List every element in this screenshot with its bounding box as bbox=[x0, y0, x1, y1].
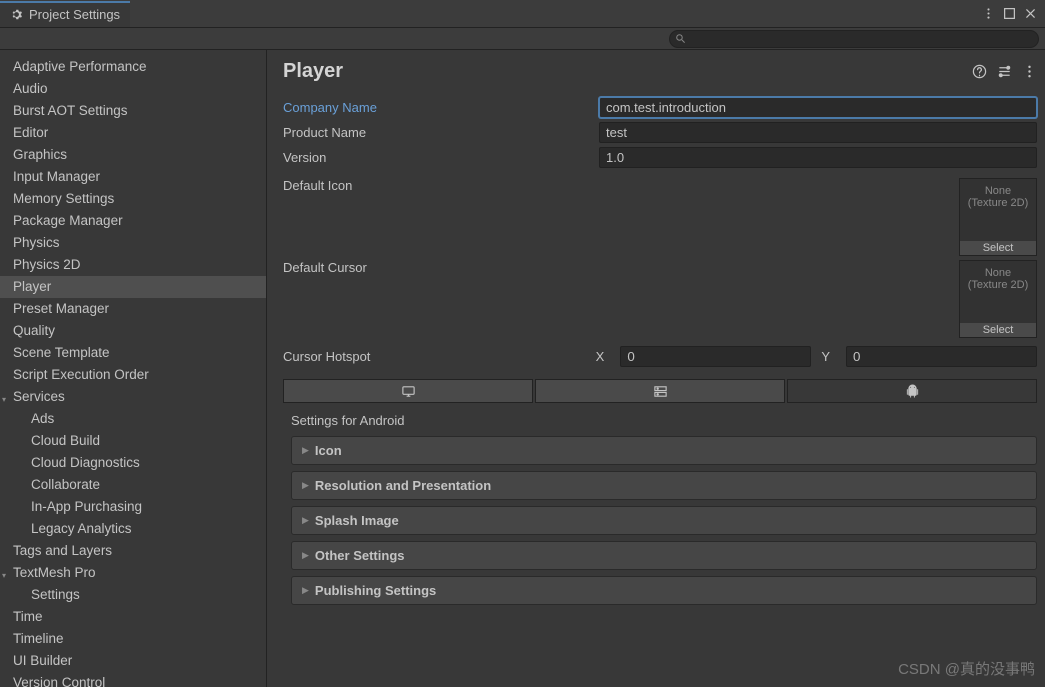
overflow-icon[interactable] bbox=[1022, 64, 1037, 79]
tab-android[interactable] bbox=[787, 379, 1037, 403]
gear-icon bbox=[10, 8, 23, 21]
default-icon-asset[interactable]: None (Texture 2D) Select bbox=[959, 178, 1037, 256]
foldout-label: Icon bbox=[315, 443, 342, 458]
foldout-publishing-settings[interactable]: ▶ Publishing Settings bbox=[291, 576, 1037, 605]
search-input[interactable] bbox=[669, 30, 1039, 48]
tab-standalone[interactable] bbox=[283, 379, 533, 403]
close-icon[interactable] bbox=[1024, 7, 1037, 20]
default-cursor-label: Default Cursor bbox=[283, 260, 599, 275]
sidebar-item-script-execution-order[interactable]: Script Execution Order bbox=[0, 364, 266, 386]
help-icon[interactable] bbox=[972, 64, 987, 79]
cursor-hotspot-label: Cursor Hotspot bbox=[283, 349, 596, 364]
foldout-splash-image[interactable]: ▶ Splash Image bbox=[291, 506, 1037, 535]
sidebar-item-scene-template[interactable]: Scene Template bbox=[0, 342, 266, 364]
foldout-label: Publishing Settings bbox=[315, 583, 436, 598]
product-name-input[interactable] bbox=[599, 122, 1037, 143]
content-panel: Player Company Name Product Name Version… bbox=[267, 50, 1045, 687]
hotspot-y-input[interactable] bbox=[846, 346, 1037, 367]
asset-hint-text: (Texture 2D) bbox=[968, 197, 1029, 209]
chevron-right-icon: ▶ bbox=[302, 480, 309, 491]
search-icon bbox=[675, 33, 686, 44]
select-icon-button[interactable]: Select bbox=[960, 241, 1036, 255]
android-icon bbox=[905, 384, 920, 399]
sidebar-item-tags-and-layers[interactable]: Tags and Layers bbox=[0, 540, 266, 562]
hotspot-y-label: Y bbox=[821, 349, 836, 364]
foldout-label: Resolution and Presentation bbox=[315, 478, 491, 493]
chevron-right-icon: ▶ bbox=[302, 515, 309, 526]
company-name-label: Company Name bbox=[283, 100, 599, 115]
chevron-right-icon: ▶ bbox=[302, 585, 309, 596]
overflow-menu-icon[interactable] bbox=[982, 7, 995, 20]
desktop-icon bbox=[401, 384, 416, 399]
foldout-resolution-and-presentation[interactable]: ▶ Resolution and Presentation bbox=[291, 471, 1037, 500]
tab-server[interactable] bbox=[535, 379, 785, 403]
foldout-label: Other Settings bbox=[315, 548, 405, 563]
sidebar-item-ui-builder[interactable]: UI Builder bbox=[0, 650, 266, 672]
searchbar bbox=[0, 28, 1045, 50]
sidebar-item-editor[interactable]: Editor bbox=[0, 122, 266, 144]
server-icon bbox=[653, 384, 668, 399]
sidebar-item-in-app-purchasing[interactable]: In-App Purchasing bbox=[0, 496, 266, 518]
preset-icon[interactable] bbox=[997, 64, 1012, 79]
sidebar-item-services[interactable]: Services bbox=[0, 386, 266, 408]
sidebar-item-player[interactable]: Player bbox=[0, 276, 266, 298]
sidebar-item-physics[interactable]: Physics bbox=[0, 232, 266, 254]
titlebar: Project Settings bbox=[0, 0, 1045, 28]
sidebar-item-quality[interactable]: Quality bbox=[0, 320, 266, 342]
sidebar-item-settings[interactable]: Settings bbox=[0, 584, 266, 606]
sidebar-item-graphics[interactable]: Graphics bbox=[0, 144, 266, 166]
hotspot-x-input[interactable] bbox=[620, 346, 811, 367]
product-name-label: Product Name bbox=[283, 125, 599, 140]
sidebar-item-physics-2d[interactable]: Physics 2D bbox=[0, 254, 266, 276]
sidebar-item-cloud-diagnostics[interactable]: Cloud Diagnostics bbox=[0, 452, 266, 474]
sidebar-item-collaborate[interactable]: Collaborate bbox=[0, 474, 266, 496]
maximize-icon[interactable] bbox=[1003, 7, 1016, 20]
sidebar-item-legacy-analytics[interactable]: Legacy Analytics bbox=[0, 518, 266, 540]
hotspot-x-label: X bbox=[596, 349, 611, 364]
sidebar-item-audio[interactable]: Audio bbox=[0, 78, 266, 100]
version-input[interactable] bbox=[599, 147, 1037, 168]
chevron-right-icon: ▶ bbox=[302, 550, 309, 561]
sidebar-item-input-manager[interactable]: Input Manager bbox=[0, 166, 266, 188]
select-cursor-button[interactable]: Select bbox=[960, 323, 1036, 337]
sidebar: Adaptive PerformanceAudioBurst AOT Setti… bbox=[0, 50, 267, 687]
asset-hint-text: (Texture 2D) bbox=[968, 279, 1029, 291]
asset-none-text: None bbox=[968, 185, 1029, 197]
platform-tabs bbox=[283, 379, 1037, 403]
sidebar-item-ads[interactable]: Ads bbox=[0, 408, 266, 430]
sidebar-item-preset-manager[interactable]: Preset Manager bbox=[0, 298, 266, 320]
window-title: Project Settings bbox=[29, 7, 120, 22]
sidebar-item-timeline[interactable]: Timeline bbox=[0, 628, 266, 650]
sidebar-item-burst-aot-settings[interactable]: Burst AOT Settings bbox=[0, 100, 266, 122]
default-cursor-asset[interactable]: None (Texture 2D) Select bbox=[959, 260, 1037, 338]
sidebar-item-adaptive-performance[interactable]: Adaptive Performance bbox=[0, 56, 266, 78]
window-tab[interactable]: Project Settings bbox=[0, 1, 130, 27]
settings-for-label: Settings for Android bbox=[291, 413, 1037, 428]
sidebar-item-textmesh-pro[interactable]: TextMesh Pro bbox=[0, 562, 266, 584]
page-title: Player bbox=[283, 60, 343, 83]
sidebar-item-time[interactable]: Time bbox=[0, 606, 266, 628]
sidebar-item-package-manager[interactable]: Package Manager bbox=[0, 210, 266, 232]
sidebar-item-version-control[interactable]: Version Control bbox=[0, 672, 266, 687]
foldout-icon[interactable]: ▶ Icon bbox=[291, 436, 1037, 465]
default-icon-label: Default Icon bbox=[283, 178, 599, 193]
foldout-other-settings[interactable]: ▶ Other Settings bbox=[291, 541, 1037, 570]
sidebar-item-memory-settings[interactable]: Memory Settings bbox=[0, 188, 266, 210]
foldout-label: Splash Image bbox=[315, 513, 399, 528]
version-label: Version bbox=[283, 150, 599, 165]
company-name-input[interactable] bbox=[599, 97, 1037, 118]
chevron-right-icon: ▶ bbox=[302, 445, 309, 456]
sidebar-item-cloud-build[interactable]: Cloud Build bbox=[0, 430, 266, 452]
asset-none-text: None bbox=[968, 267, 1029, 279]
